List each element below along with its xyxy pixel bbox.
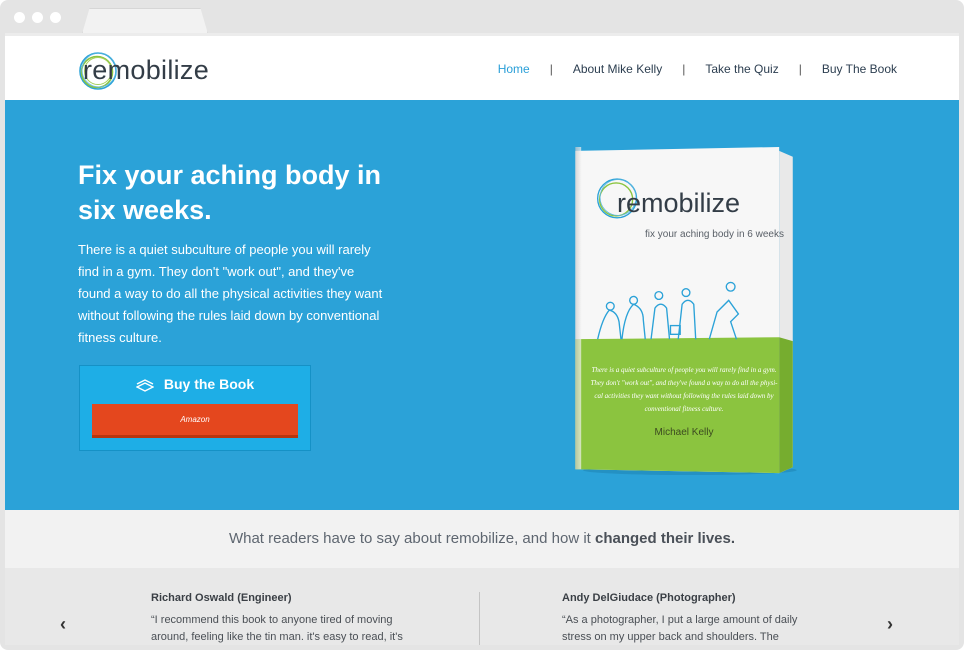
nav-separator: | [798, 62, 802, 76]
testimonial-card: Andy DelGiudace (Photographer) “As a pho… [562, 592, 822, 645]
window-dot-icon[interactable] [50, 12, 61, 23]
site-header: remobilize Home | About Mike Kelly | Tak… [5, 33, 959, 100]
nav-buy-book[interactable]: Buy The Book [822, 62, 897, 76]
book-author: Michael Kelly [654, 427, 714, 438]
book-subtitle: fix your aching body in 6 weeks [645, 229, 784, 240]
nav-about[interactable]: About Mike Kelly [573, 62, 662, 76]
logo[interactable]: remobilize [77, 50, 209, 90]
window-dot-icon[interactable] [32, 12, 43, 23]
main-nav: Home | About Mike Kelly | Take the Quiz … [498, 62, 897, 76]
testimonials-heading: What readers have to say about remobiliz… [228, 530, 736, 547]
testimonial-name: Andy DelGiudace (Photographer) [562, 592, 736, 604]
window-dot-icon[interactable] [14, 12, 25, 23]
book-blurb: There is a quiet subculture of people yo… [590, 366, 778, 413]
nav-separator: | [549, 62, 553, 76]
nav-separator: | [682, 62, 686, 76]
nav-home[interactable]: Home [498, 62, 530, 76]
browser-frame: remobilize Home | About Mike Kelly | Tak… [0, 0, 964, 650]
chevron-left-icon[interactable]: ‹ [60, 614, 66, 635]
nav-quiz[interactable]: Take the Quiz [705, 62, 778, 76]
divider [479, 592, 480, 645]
testimonial-card: Richard Oswald (Engineer) “I recommend t… [151, 592, 411, 645]
testimonials-carousel: ‹ Richard Oswald (Engineer) “I recommend… [5, 568, 959, 645]
hero-section: Fix your aching body in six weeks. There… [5, 100, 959, 510]
book-title: remobilize [617, 188, 741, 218]
testimonial-body: “I recommend this book to anyone tired o… [151, 614, 403, 643]
book-stack-icon [135, 379, 154, 393]
hero-text: There is a quiet subculture of people yo… [78, 242, 383, 345]
buy-label: Buy the Book [163, 376, 255, 392]
chevron-right-icon[interactable]: › [887, 614, 893, 635]
testimonials-heading-band: What readers have to say about remobiliz… [5, 510, 959, 568]
buy-box: Buy the Book Amazon [79, 365, 311, 451]
testimonial-name: Richard Oswald (Engineer) [151, 592, 292, 604]
amazon-button[interactable]: Amazon [92, 404, 298, 438]
buy-heading: Buy the Book [80, 376, 310, 393]
page-viewport: remobilize Home | About Mike Kelly | Tak… [5, 33, 959, 645]
testimonial-body: “As a photographer, I put a large amount… [562, 614, 798, 643]
logo-text: remobilize [83, 54, 210, 85]
hero-title: Fix your aching body in six weeks. [78, 160, 382, 225]
browser-tab[interactable] [82, 8, 208, 34]
